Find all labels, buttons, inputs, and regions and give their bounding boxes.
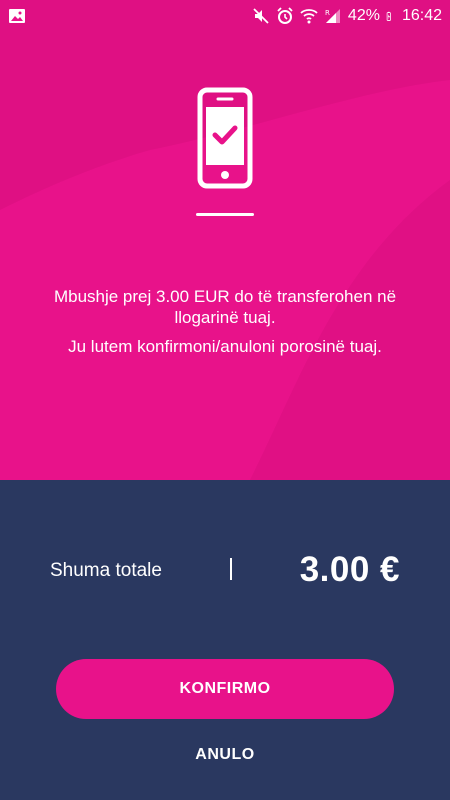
mute-icon — [253, 8, 269, 24]
svg-text:R: R — [325, 9, 330, 17]
top-up-confirmation-screen: R 42% 16:42 Mbushje prej 3.00 EUR do të … — [0, 0, 450, 800]
background-wave — [0, 0, 450, 480]
total-label: Shuma totale — [50, 560, 162, 581]
total-row: Shuma totale 3.00 € — [0, 548, 450, 594]
cancel-button[interactable]: ANULO — [150, 738, 300, 772]
phone-check-icon — [197, 87, 253, 189]
clock: 16:42 — [401, 7, 442, 24]
status-bar: R 42% 16:42 — [0, 0, 450, 32]
divider-line — [196, 213, 254, 216]
alarm-icon — [277, 7, 293, 24]
total-separator — [230, 558, 232, 580]
confirm-instruction: Ju lutem konfirmoni/anuloni porosinë tua… — [68, 337, 382, 356]
signal-icon: R — [325, 9, 340, 23]
header-section: R 42% 16:42 Mbushje prej 3.00 EUR do të … — [0, 0, 450, 480]
battery-icon — [386, 11, 391, 21]
confirm-button[interactable]: KONFIRMO — [56, 659, 394, 719]
wifi-icon — [300, 9, 318, 24]
battery-percentage: 42% — [347, 7, 380, 24]
image-icon — [9, 9, 25, 23]
transfer-message: Mbushje prej 3.00 EUR do të transferohen… — [53, 287, 397, 327]
total-amount: 3.00 € — [299, 550, 400, 589]
